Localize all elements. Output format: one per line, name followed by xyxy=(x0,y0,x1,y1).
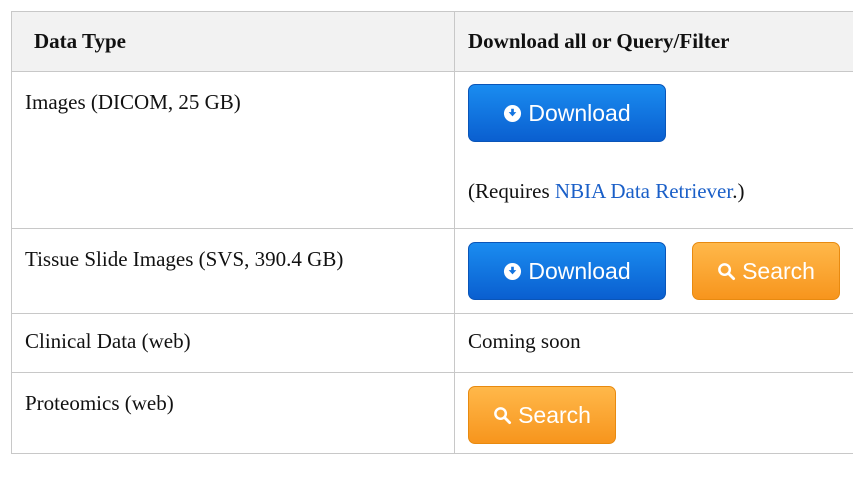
table-row: Images (DICOM, 25 GB) Download (Requires… xyxy=(11,71,853,229)
table-row: Proteomics (web) Search xyxy=(11,372,853,454)
magnifier-icon xyxy=(493,406,512,425)
search-label: Search xyxy=(742,257,815,284)
proteomics-search-button[interactable]: Search xyxy=(468,386,616,444)
download-label: Download xyxy=(528,257,631,284)
magnifier-icon xyxy=(717,262,736,281)
data-type-label: Tissue Slide Images (SVS, 390.4 GB) xyxy=(25,247,344,271)
cell-data-type: Tissue Slide Images (SVS, 390.4 GB) xyxy=(11,228,455,314)
tissue-search-button[interactable]: Search xyxy=(692,242,840,300)
cell-actions: Download (Requires NBIA Data Retriever.) xyxy=(454,71,853,229)
download-label: Download xyxy=(528,99,631,126)
header-data-type: Data Type xyxy=(11,11,455,72)
tissue-download-button[interactable]: Download xyxy=(468,242,666,300)
data-access-table: Data Type Download all or Query/Filter I… xyxy=(11,11,853,454)
data-type-label: Clinical Data (web) xyxy=(25,329,191,353)
coming-soon-text: Coming soon xyxy=(468,329,581,353)
action-buttons: Download xyxy=(468,72,853,142)
cell-data-type: Proteomics (web) xyxy=(11,372,455,454)
cell-actions: Search xyxy=(454,372,853,454)
nbia-data-retriever-link[interactable]: NBIA Data Retriever xyxy=(555,179,732,203)
table-row: Clinical Data (web) Coming soon xyxy=(11,313,853,373)
action-buttons: Search xyxy=(468,373,853,444)
circle-down-arrow-icon xyxy=(503,104,522,123)
requires-suffix: .) xyxy=(732,179,745,203)
circle-down-arrow-icon xyxy=(503,262,522,281)
requires-prefix: (Requires xyxy=(468,179,555,203)
cell-actions: Coming soon xyxy=(454,313,853,373)
cell-data-type: Clinical Data (web) xyxy=(11,313,455,373)
action-buttons: Download Search xyxy=(468,229,853,300)
data-type-label: Proteomics (web) xyxy=(25,391,174,415)
cell-data-type: Images (DICOM, 25 GB) xyxy=(11,71,455,229)
cropped-heading-glyphs xyxy=(14,0,74,7)
table-row: Tissue Slide Images (SVS, 390.4 GB) Down… xyxy=(11,228,853,314)
images-download-button[interactable]: Download xyxy=(468,84,666,142)
requires-note: (Requires NBIA Data Retriever.) xyxy=(468,179,853,204)
page: Data Type Download all or Query/Filter I… xyxy=(0,0,853,484)
section-heading-fragment xyxy=(14,0,74,11)
data-type-label: Images (DICOM, 25 GB) xyxy=(25,90,241,114)
search-label: Search xyxy=(518,401,591,428)
table-header-row: Data Type Download all or Query/Filter xyxy=(11,11,853,72)
cell-actions: Download Search xyxy=(454,228,853,314)
header-download-query: Download all or Query/Filter xyxy=(454,11,853,72)
